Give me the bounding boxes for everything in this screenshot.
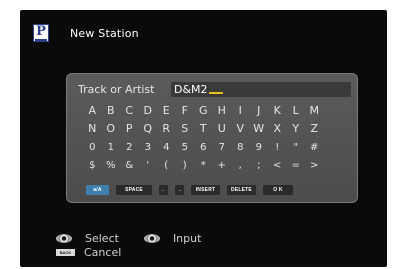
text-input[interactable]: D&M2 (171, 82, 351, 97)
key-button[interactable]: D (139, 104, 158, 117)
enter-pad-icon (143, 233, 160, 243)
cursor-pad-icon (56, 233, 72, 243)
key-button[interactable]: 7 (213, 142, 232, 153)
key-row: $% & '() * +,; < = > (83, 157, 324, 176)
key-button[interactable]: ; (250, 160, 269, 171)
key-button[interactable]: I (231, 104, 250, 117)
preset-p-icon-letter: P (36, 24, 46, 39)
key-button[interactable]: R (157, 122, 176, 135)
key-button[interactable]: S (176, 122, 195, 135)
function-buttons: a/A SPACE ← → INSERT DELETE O K (86, 185, 300, 195)
key-button[interactable]: J (250, 104, 269, 117)
key-button[interactable]: 2 (120, 142, 139, 153)
key-button[interactable]: 8 (231, 142, 250, 153)
key-button[interactable]: ! (268, 142, 287, 153)
key-button[interactable]: U (213, 122, 232, 135)
key-button[interactable]: 6 (194, 142, 213, 153)
key-button[interactable]: 5 (176, 142, 195, 153)
key-button[interactable]: $ (83, 160, 102, 171)
key-button[interactable]: ' (139, 160, 158, 171)
key-button[interactable]: L (287, 104, 306, 117)
key-row: 0 1 2 3 4 5 6 7 8 9! " # (83, 138, 324, 157)
key-button[interactable]: H (213, 104, 232, 117)
key-button[interactable]: Q (139, 122, 158, 135)
key-button[interactable]: E (157, 104, 176, 117)
key-button[interactable]: + (213, 160, 232, 171)
key-button[interactable]: V (231, 122, 250, 135)
back-badge: BACK (56, 248, 75, 256)
key-button[interactable]: 1 (102, 142, 121, 153)
key-button[interactable]: N (83, 122, 102, 135)
key-button[interactable]: Z (305, 122, 324, 135)
key-button[interactable]: K (268, 104, 287, 117)
key-button[interactable]: 4 (157, 142, 176, 153)
key-button[interactable]: T (194, 122, 213, 135)
key-button[interactable]: ) (176, 160, 195, 171)
key-button[interactable]: F (176, 104, 195, 117)
insert-button[interactable]: INSERT (191, 185, 220, 195)
delete-button[interactable]: DELETE (227, 185, 256, 195)
key-button[interactable]: " (287, 142, 306, 153)
input-row: Track or Artist (78, 83, 155, 96)
key-button[interactable]: B (102, 104, 121, 117)
character-grid: A B C D E F G H I J K L M N O P Q R S T U V W X Y Z 0 1 2 3 4 5 6 7 8 9! " # $… (83, 101, 324, 175)
key-button[interactable]: % (102, 160, 121, 171)
key-button[interactable]: C (120, 104, 139, 117)
key-button[interactable]: ( (157, 160, 176, 171)
input-label: Input (172, 231, 202, 245)
key-button[interactable]: = (287, 160, 306, 171)
key-button[interactable]: O (102, 122, 121, 135)
key-button[interactable]: G (194, 104, 213, 117)
case-toggle-button[interactable]: a/A (86, 185, 109, 195)
key-button[interactable]: 9 (250, 142, 269, 153)
ok-button[interactable]: O K (263, 185, 293, 195)
key-button[interactable]: A (83, 104, 102, 117)
key-button[interactable]: * (194, 160, 213, 171)
cursor-left-button[interactable]: ← (159, 185, 168, 195)
key-button[interactable]: W (250, 122, 269, 135)
space-button[interactable]: SPACE (116, 185, 152, 195)
key-button[interactable]: < (268, 160, 287, 171)
key-row: NOPQRSTUVWXYZ (83, 120, 324, 139)
key-row: ABCDEFGHIJKLM (83, 101, 324, 120)
key-button[interactable]: > (305, 160, 324, 171)
text-input-value: D&M2 (174, 83, 208, 96)
key-button[interactable]: P (120, 122, 139, 135)
key-button[interactable]: 0 (83, 142, 102, 153)
page-title: New Station (70, 26, 139, 40)
cursor-right-button[interactable]: → (175, 185, 184, 195)
text-cursor (208, 82, 223, 94)
key-button[interactable]: # (305, 142, 324, 153)
select-label: Select (85, 231, 119, 245)
key-button[interactable]: Y (287, 122, 306, 135)
help-legend: Select Input BACK Cancel (56, 231, 201, 259)
cancel-label: Cancel (84, 245, 122, 259)
field-label: Track or Artist (78, 83, 155, 96)
key-button[interactable]: , (231, 160, 250, 171)
header: P New Station (33, 23, 139, 43)
key-button[interactable]: & (120, 160, 139, 171)
key-button[interactable]: 3 (139, 142, 158, 153)
key-button[interactable]: M (305, 104, 324, 117)
preset-p-icon: P (33, 24, 49, 42)
key-button[interactable]: X (268, 122, 287, 135)
